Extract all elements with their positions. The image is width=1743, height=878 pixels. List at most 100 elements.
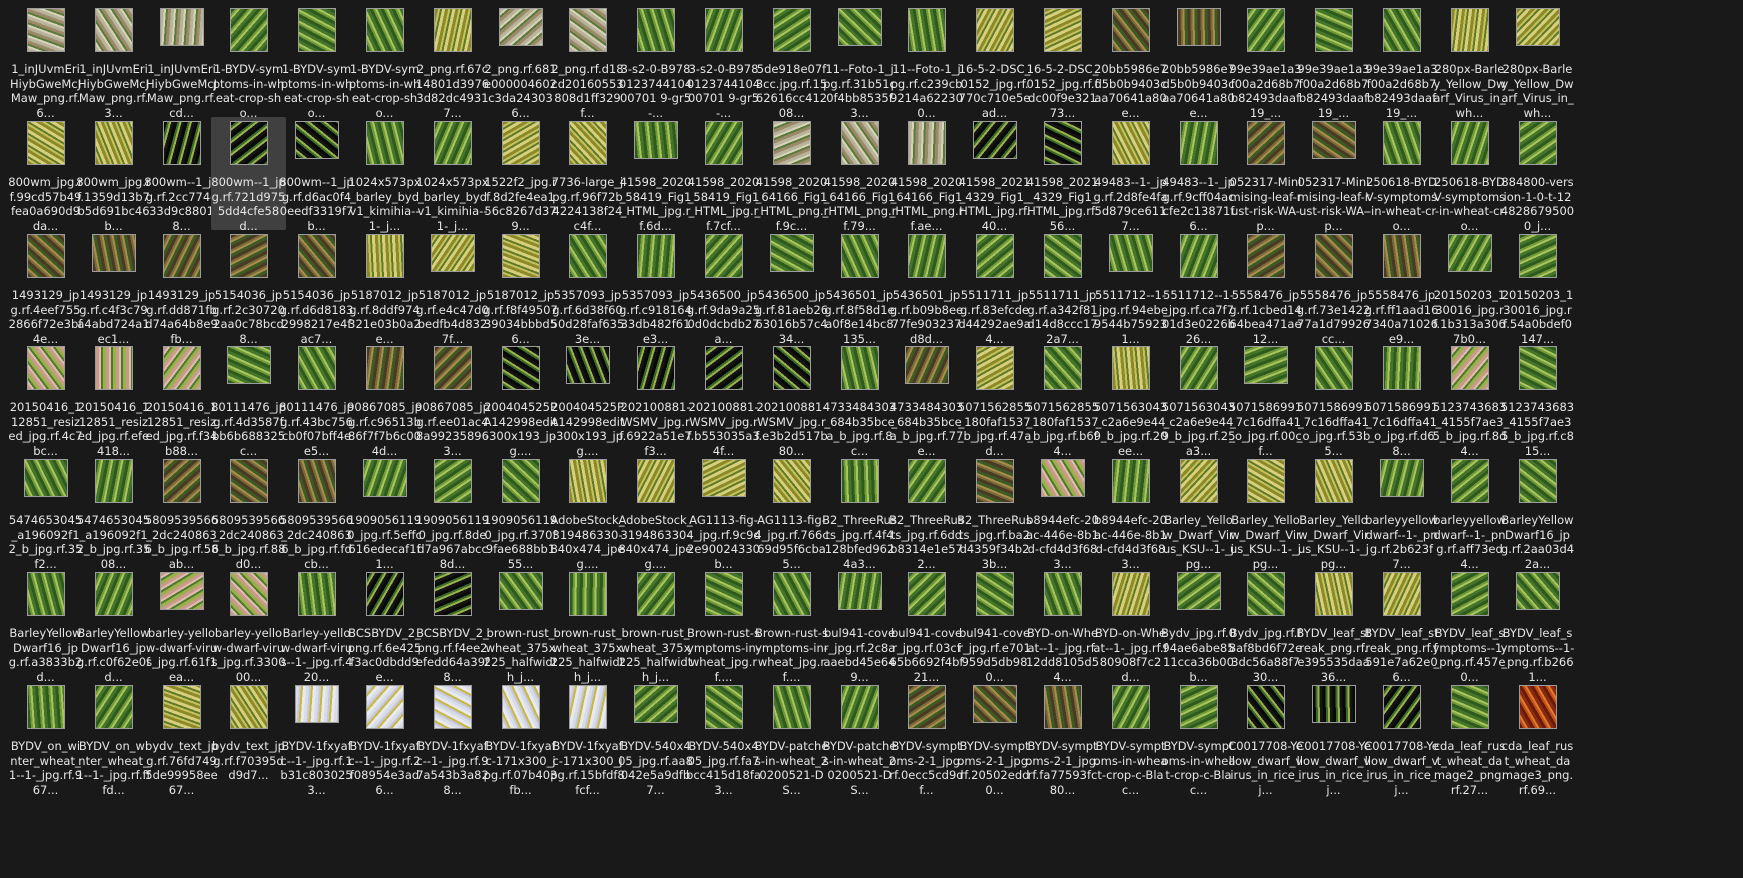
file-item[interactable]: 3-s2-0-B978012374410400701 9-gr5-... [686,4,761,120]
file-item[interactable]: Barley_Yellow_Dwarf_Virus_KSU--1-_jpg... [1228,455,1303,571]
file-item[interactable]: 5436501_jpg.rf.b09b8ee77fe903237d8d... [889,230,964,346]
file-item[interactable]: BYDV-540x405_jpg.rf.aa8042e5a9dfb7... [618,681,693,797]
file-item[interactable]: BYDV_leaf_symptoms--1-_png.rf.457e0... [1432,568,1507,684]
file-item[interactable]: 90867085_jpg.rf.ee01ac48a992358963... [415,342,490,458]
file-item[interactable]: 5071586991_7c16dffa41_o_jpg.rf.00cf... [1228,342,1303,458]
file-item[interactable]: 1-BYDV-symptoms-in-wheat-crop-sho... [279,4,354,120]
file-item[interactable]: 11--Foto-1_jpg.rf.c239cb9214a622300... [889,4,964,120]
file-item[interactable]: AG1113-fig-4_jpg.rf.9c9d2e90024330b... [686,455,761,571]
file-item[interactable]: 20bb5986e7d5b0b9403caa70641a80e... [1093,4,1168,120]
file-item[interactable]: 5809539566_2dc2408636_b_jpg.rf.fdcb... [279,455,354,571]
file-item[interactable]: 19090561190_jpg.rf.8ded7a967abcc8d... [415,455,490,571]
file-item[interactable]: 2_png.rf.d18cd20160553808d1ff329f... [550,4,625,120]
file-item[interactable]: B2_ThreeRusts_jpg.rf.4f4128bfed9624a3... [822,455,897,571]
file-item[interactable]: 5187012_jpg.rf.e4c47d0bedfb4d8327f... [415,230,490,346]
file-item[interactable]: 5187012_jpg.rf.8ddf974321e03b0a2e... [347,230,422,346]
file-item[interactable]: 5357093_jpg.rf.c91816433db482f61e3... [618,230,693,346]
file-item[interactable]: 41598_2021_4329_Fig1_HTML_jpg.rf.40... [957,117,1032,233]
file-item[interactable]: BYDV-symptoms-2-1_jpg.rf.0ecc5cd9df... [889,681,964,797]
file-item[interactable]: 5511711_jpg.rf.83efcded44292ae9a4... [957,230,1032,346]
file-item[interactable]: BYDV-symptoms-in-wheat-crop-c-Blac... [1093,681,1168,797]
file-item[interactable]: Barley_Yellow_Dwarf_Virus_KSU--1-_jpg... [1161,455,1236,571]
file-item[interactable]: 20150416_112851_resized_jpg.rf.f34b88... [144,342,219,458]
file-item[interactable]: 5436501_jpg.rf.8f58d1ea0f8e14bc8135... [822,230,897,346]
file-item[interactable]: BYDV_leaf_streak_png.rf.e395535daa36... [1296,568,1371,684]
file-item[interactable]: 1_inJUvmEriHiybGweMcJMaw_png.rf.cd... [144,4,219,120]
file-item[interactable]: barley-yellow-dwarf-virus_jpg.rf.61f1ea.… [144,568,219,684]
file-item[interactable]: bul941-cover_jpg.rf.e701959d5db980... [957,568,1032,684]
file-item[interactable]: 5071562855_180faf1537_b_jpg.rf.b6f4... [1025,342,1100,458]
file-item[interactable]: 5436500_jpg.rf.81aeb2663016b57c434... [754,230,829,346]
file-item[interactable]: 5154036_jpg.rf.d6d81832998217e4fac7... [279,230,354,346]
file-item[interactable]: Bydv_jpg.rf.094ae6abe8511cca36b00b... [1161,568,1236,684]
file-item[interactable]: 2_png.rf.67c14801d39763d82dc49317... [415,4,490,120]
file-item[interactable]: 1-BYDV-symptoms-in-wheat-crop-sho... [347,4,422,120]
file-item[interactable]: C0017708-Yellow_dwarf_virus_in_rice_j... [1364,681,1439,797]
file-item[interactable]: 5474653045_a196092f12_b_jpg.rf.3508... [76,455,151,571]
file-item[interactable]: cda_leaf_rust_wheat_damage3_png.rf.69... [1500,681,1575,797]
file-item[interactable]: 5511711_jpg.rf.a342f81d14d8ccc172a7... [1025,230,1100,346]
file-item[interactable]: 90867085_jpg.rf.c96513b86f7f7b6c004d... [347,342,422,458]
file-item[interactable]: 5123743683_4155f7ae35_b_jpg.rf.c815... [1500,342,1575,458]
file-item[interactable]: 1493129_jpg.rf.dd871fbd74a64b8e9fb... [144,230,219,346]
file-item[interactable]: BCSBYDV_2_png.rf.6e425f3ac0dbdd9e... [347,568,422,684]
file-item[interactable]: barleyyellowdwarf--1-_png.rf.2b623f7... [1364,455,1439,571]
file-item[interactable]: barleyyellowdwarf--1-_png.rf.aff73ed4... [1432,455,1507,571]
file-item[interactable]: barley-yellow-dwarf-virus_jpg.rf.330000.… [211,568,286,684]
file-item[interactable]: BarleyYellowDwarf16_jpg.rf.a3833b2d... [8,568,83,684]
file-item[interactable]: 1493129_jpg.rf.c4f3c79a4abd724a1ec1... [76,230,151,346]
file-item[interactable]: 1493129_jpg.rf.4eef7552866f72e3bf4e... [8,230,83,346]
file-item[interactable]: 16-5-2-DSC_0152_jpg.rf.fdc00f9e32173... [1025,4,1100,120]
file-item[interactable]: cda_leaf_rust_wheat_damage2_png.rf.27... [1432,681,1507,797]
file-item[interactable]: 202100881-WSMV_jpg.rf.e3b2d517b80... [754,342,829,458]
file-item[interactable]: 99e39ae1a3f00a2d68b7b82493daaf19_... [1364,4,1439,120]
file-item[interactable]: 250618-BYDV-symptoms-in-wheat-cro... [1432,117,1507,233]
file-item[interactable]: 1522f2_jpg.rf.8d2fe4ea156c8267d379... [483,117,558,233]
file-item[interactable]: 19090561190_jpg.rf.5effc616edecaf1f1... [347,455,422,571]
file-item[interactable]: 5558476_jpg.rf.ff1aad167340a71026e9... [1364,230,1439,346]
file-item[interactable]: AdobeStock_319486330-840x474_jpeg.... [550,455,625,571]
file-item[interactable]: 202100881-WSMV_jpg.rf.b553035a34f... [686,342,761,458]
file-item[interactable]: 5de918e07f3cc.jpg.rf.1562616cc41208... [754,4,829,120]
file-item[interactable]: 5071563043_c2a6e9e449_b_jpg.rf.20ee... [1093,342,1168,458]
file-item[interactable]: BYDV-symptoms-in-wheat-crop-c-Blac... [1161,681,1236,797]
file-item[interactable]: BYDV_on_winter_wheat_1--1-_jpg.rf.fffd..… [76,681,151,797]
file-item[interactable]: BYD-on-Wheat--1-_jpg.rf.12dd8105d54... [1025,568,1100,684]
file-item[interactable]: 49483--1-_jpg.rf.9cff04accfe2c13871f6... [1161,117,1236,233]
file-item[interactable]: 5071586991_7c16dffa41_o_jpg.rf.d68... [1364,342,1439,458]
file-item[interactable]: Brown-rust-symptoms-in-wheat_jpg.rf.... [754,568,829,684]
file-item[interactable]: 1_inJUvmEriHiybGweMcJMaw_png.rf.6... [8,4,83,120]
file-item[interactable]: BCSBYDV_2_png.rf.f4ee2efedd64a39f8... [415,568,490,684]
file-item[interactable]: 052317-Minimising-leaf-rust-risk-WA-p... [1228,117,1303,233]
file-item[interactable]: C0017708-Yellow_dwarf_virus_in_rice_j... [1228,681,1303,797]
file-item[interactable]: 20150416_112851_resized_jpg.rf.4c7bc... [8,342,83,458]
file-item[interactable]: bul941-cover_jpg.rf.2c8aaaebd45e649... [822,568,897,684]
file-item[interactable]: 20bb5986e7d5b0b9403caa70641a80e... [1161,4,1236,120]
file-item[interactable]: brown-rust_wheat_375x225_halfwidth_j... [550,568,625,684]
file-item[interactable]: AdobeStock_319486330-840x474_jpeg.... [618,455,693,571]
file-item[interactable]: 5071586991_7c16dffa41_o_jpg.rf.53b5... [1296,342,1371,458]
file-item[interactable]: BYD-on-Wheat--1-_jpg.rf.f80908f7c2d... [1093,568,1168,684]
file-item[interactable]: BYDV-symptoms-2-1_jpg.rf.20502edd0... [957,681,1032,797]
file-item[interactable]: 41598_2021_4329_Fig1_HTML_jpg.rf.56... [1025,117,1100,233]
file-item[interactable]: AG1113-fig-4_jpg.rf.766c69d95f6cba5... [754,455,829,571]
file-item[interactable]: 280px-Barley_Yellow_Dwarf_Virus_in_wh... [1500,4,1575,120]
file-item[interactable]: b8944efc-20ac-446e-8b1d-cfd4d3f683... [1025,455,1100,571]
file-item[interactable]: BYDV-540x405_jpg.rf.fa7bcc415d18fa3... [686,681,761,797]
file-item[interactable]: BYDV-1fxyafc--1-_jpg.rf.97a543b3a828... [415,681,490,797]
file-item[interactable]: 11--Foto-1_jpg.rf.31b51c0f4bb8535f3... [822,4,897,120]
file-item[interactable]: 1024x573px_barley_bydv1_kimihia--1-_j... [347,117,422,233]
file-item[interactable]: 200404525PA142998edit-300x193_jpg.... [483,342,558,458]
file-item[interactable]: Barley_Yellow_Dwarf_Virus_KSU--1-_jpg... [1296,455,1371,571]
file-item[interactable]: BarleyYellowDwarf16_jpg.rf.2aa03d42a... [1500,455,1575,571]
file-item[interactable]: BYDV-patches-in-wheat_20200521-DS... [754,681,829,797]
file-item[interactable]: 5809539566_2dc2408636_b_jpg.rf.58ab... [144,455,219,571]
file-item[interactable]: BYDV-1fxyafc-171x300_jpg.rf.07b403fb... [483,681,558,797]
file-item[interactable]: BYDV-1fxyafc--1-_jpg.rf.1b31c8030253... [279,681,354,797]
file-item[interactable]: bydv_text_jpg.rf.f70395dd9d7... [211,681,286,794]
file-item[interactable]: 800wm--1_jpg.rf.2cc774e33d9c88018... [144,117,219,233]
file-item[interactable]: 16-5-2-DSC_0152_jpg.rf.770c710e5ead... [957,4,1032,120]
file-item[interactable]: 800wm--1_jpg.rf.721d9755dd4cfe58d... [211,117,286,233]
file-item[interactable]: 800wm--1_jpg.rf.d6ac0f40eedf3319f7b... [279,117,354,233]
file-item[interactable]: Barley-yellow-dwarf-virus--1-_jpg.rf.420… [279,568,354,684]
